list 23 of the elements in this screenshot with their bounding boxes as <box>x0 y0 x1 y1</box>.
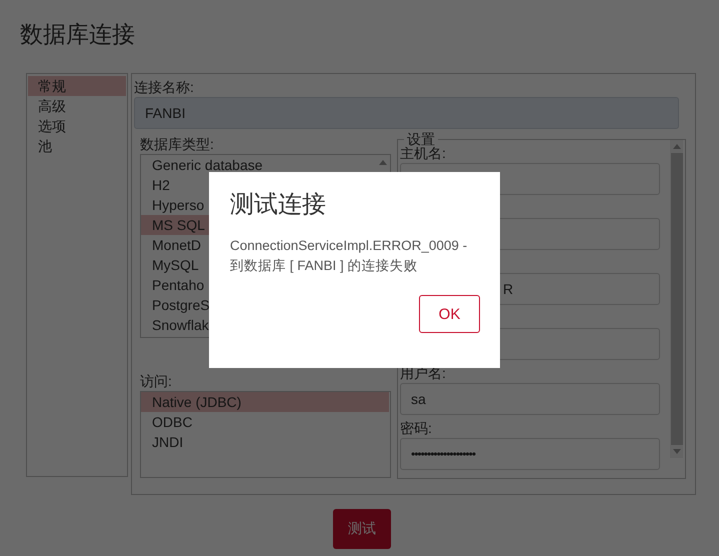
nav-item[interactable]: 池 <box>28 136 126 156</box>
field-label: 连接名称: <box>134 78 195 97</box>
list-item[interactable]: JNDI <box>141 432 389 452</box>
connection-name-field[interactable]: FANBI <box>134 97 679 129</box>
scrollbar[interactable] <box>670 140 683 458</box>
list-item[interactable]: Native (JDBC) <box>141 392 389 412</box>
nav-item[interactable]: 常规 <box>28 76 126 96</box>
page-title: 数据库连接 <box>19 20 136 49</box>
field-label: 密码: <box>400 419 433 438</box>
dialog-title: 测试连接 <box>230 190 327 220</box>
field-label: 数据库类型: <box>140 135 215 154</box>
nav-item[interactable]: 选项 <box>28 116 126 136</box>
list-item[interactable]: ODBC <box>141 412 389 432</box>
text-field[interactable]: sa <box>400 383 660 415</box>
field-label: 访问: <box>140 372 173 391</box>
password-field[interactable]: •••••••••••••••••••• <box>400 438 660 470</box>
test-button[interactable]: 测试 <box>333 509 391 549</box>
ok-button[interactable]: OK <box>419 295 480 333</box>
group-legend: 设置 <box>404 131 438 147</box>
field-label: 主机名: <box>400 145 447 163</box>
dialog-message: ConnectionServiceImpl.ERROR_0009 - 到数据库 [ FANBI ] 的连接失败 <box>230 237 468 275</box>
nav-item[interactable]: 高级 <box>28 96 126 116</box>
list-item[interactable]: Generic database <box>141 155 373 175</box>
